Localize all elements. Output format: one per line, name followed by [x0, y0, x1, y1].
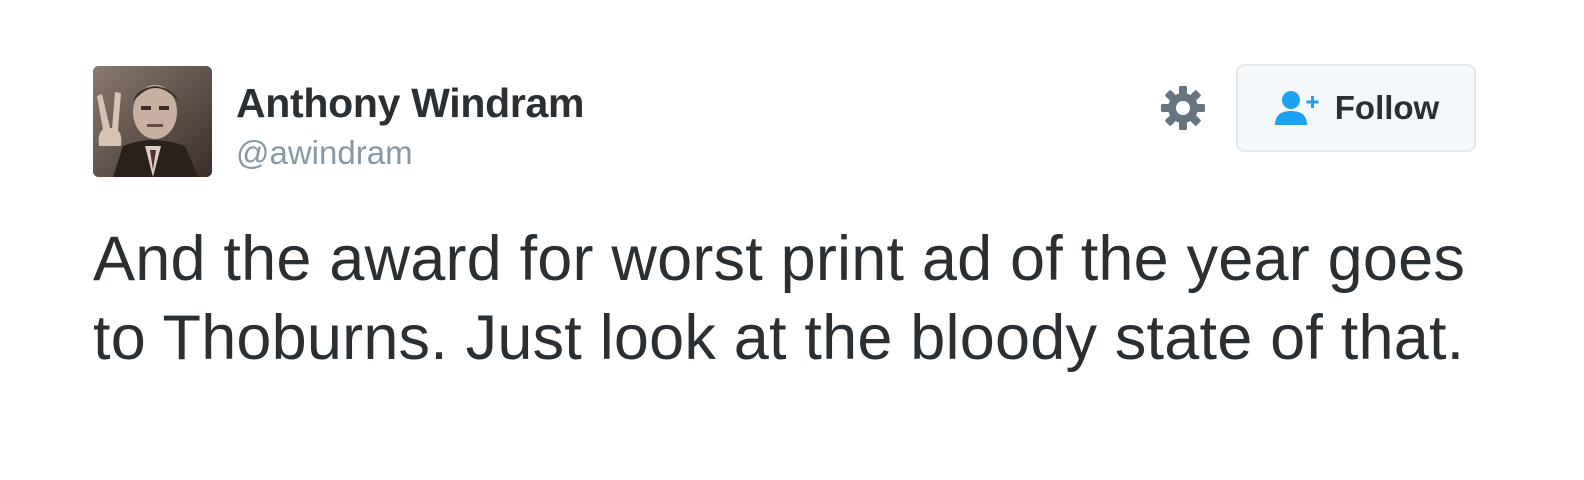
follow-button-label: Follow	[1334, 89, 1440, 126]
author-avatar[interactable]	[93, 66, 212, 177]
follow-button[interactable]: Follow	[1236, 64, 1476, 152]
tweet-text: And the award for worst print ad of the …	[93, 224, 1466, 373]
author-name[interactable]: Anthony Windram	[236, 80, 584, 127]
tweet-card: Anthony Windram @awindram Follow And the…	[0, 0, 1584, 480]
add-user-icon	[1274, 91, 1319, 125]
avatar-photo	[93, 66, 212, 177]
gear-icon[interactable]	[1159, 84, 1207, 132]
author-handle[interactable]: @awindram	[236, 134, 413, 172]
